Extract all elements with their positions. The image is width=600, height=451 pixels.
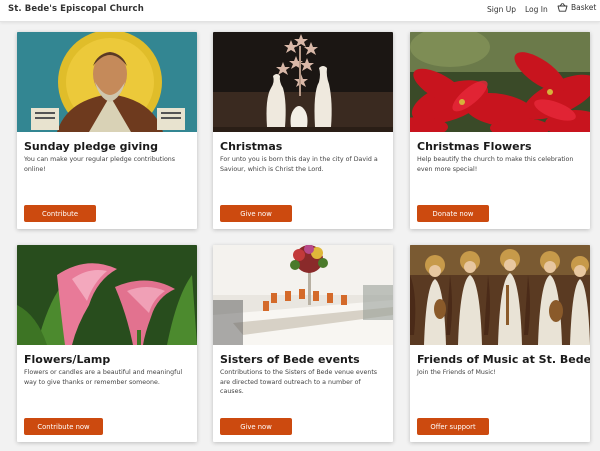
card-title: Christmas [220, 140, 283, 153]
top-navigation-bar: St. Bede's Episcopal Church Sign Up Log … [0, 0, 600, 22]
give-now-button[interactable]: Give now [220, 205, 292, 222]
card-description: You can make your regular pledge contrib… [24, 156, 176, 173]
card-title: Christmas Flowers [417, 140, 532, 153]
giving-card-flowers-lamp: Flowers/Lamp Flowers or candles are a be… [17, 245, 197, 442]
calla-lily-image [17, 245, 197, 345]
card-description: Contributions to the Sisters of Bede ven… [220, 369, 378, 395]
site-brand-link[interactable]: St. Bede's Episcopal Church [8, 4, 144, 14]
giving-card-sunday-pledge: Sunday pledge giving You can make your r… [17, 32, 197, 229]
banquet-table-image [213, 245, 393, 345]
card-title: Sunday pledge giving [24, 140, 158, 153]
card-title: Sisters of Bede events [220, 353, 360, 366]
poinsettia-image [410, 32, 590, 132]
giving-card-sisters-of-bede: Sisters of Bede events Contributions to … [213, 245, 393, 442]
contribute-button[interactable]: Contribute [24, 205, 96, 222]
card-title: Friends of Music at St. Bede's [417, 353, 590, 366]
card-description: Join the Friends of Music! [417, 369, 496, 376]
log-in-link[interactable]: Log In [525, 5, 548, 14]
offer-support-button[interactable]: Offer support [417, 418, 489, 435]
basket-link[interactable]: Basket [557, 3, 596, 12]
basket-icon [557, 3, 568, 12]
icon-of-saint-image [17, 32, 197, 132]
sign-up-link[interactable]: Sign Up [487, 5, 516, 14]
card-title: Flowers/Lamp [24, 353, 111, 366]
card-description: Help beautify the church to make this ce… [417, 156, 574, 173]
card-description: For unto you is born this day in the cit… [220, 156, 378, 173]
giving-card-christmas-flowers: Christmas Flowers Help beautify the chur… [410, 32, 590, 229]
giving-card-christmas: Christmas For unto you is born this day … [213, 32, 393, 229]
contribute-now-button[interactable]: Contribute now [24, 418, 103, 435]
nativity-figurines-image [213, 32, 393, 132]
basket-label: Basket [571, 3, 597, 12]
giving-card-friends-of-music: Friends of Music at St. Bede's Join the … [410, 245, 590, 442]
card-description: Flowers or candles are a beautiful and m… [24, 369, 183, 386]
give-now-button[interactable]: Give now [220, 418, 292, 435]
donate-now-button[interactable]: Donate now [417, 205, 489, 222]
musician-angels-image [410, 245, 590, 345]
